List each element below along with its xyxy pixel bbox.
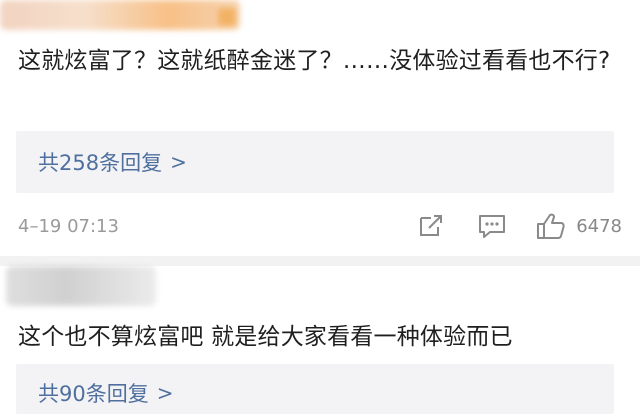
like-button[interactable]: 6478 <box>536 212 622 240</box>
reply-summary-box[interactable]: 共90条回复 > <box>16 364 614 414</box>
share-button[interactable] <box>418 214 444 238</box>
vip-badge-icon <box>218 8 236 26</box>
like-count: 6478 <box>576 215 622 237</box>
comment-meta-row: 4–19 07:13 6478 <box>18 209 622 243</box>
blurred-username-avatar <box>0 0 240 30</box>
comment-button[interactable] <box>478 213 506 239</box>
comment-icon <box>479 215 506 238</box>
comment-divider <box>0 256 640 266</box>
chevron-right-icon: > <box>156 381 174 405</box>
share-icon <box>420 215 443 236</box>
thumbs-up-icon <box>537 213 565 239</box>
comment-text: 这个也不算炫富吧 就是给大家看看一种体验而已 <box>18 324 513 350</box>
comment-actions: 6478 <box>418 212 622 240</box>
replies-count-label: 共258条回复 <box>38 151 163 175</box>
comment-text: 这就炫富了？这就纸醉金迷了？……没体验过看看也不行? <box>18 48 611 74</box>
view-replies-link[interactable]: 共258条回复 > <box>38 147 187 177</box>
blurred-username-avatar <box>6 266 156 306</box>
chevron-right-icon: > <box>170 150 187 174</box>
reply-summary-box[interactable]: 共258条回复 > <box>16 131 614 193</box>
comment-timestamp: 4–19 07:13 <box>18 215 119 237</box>
